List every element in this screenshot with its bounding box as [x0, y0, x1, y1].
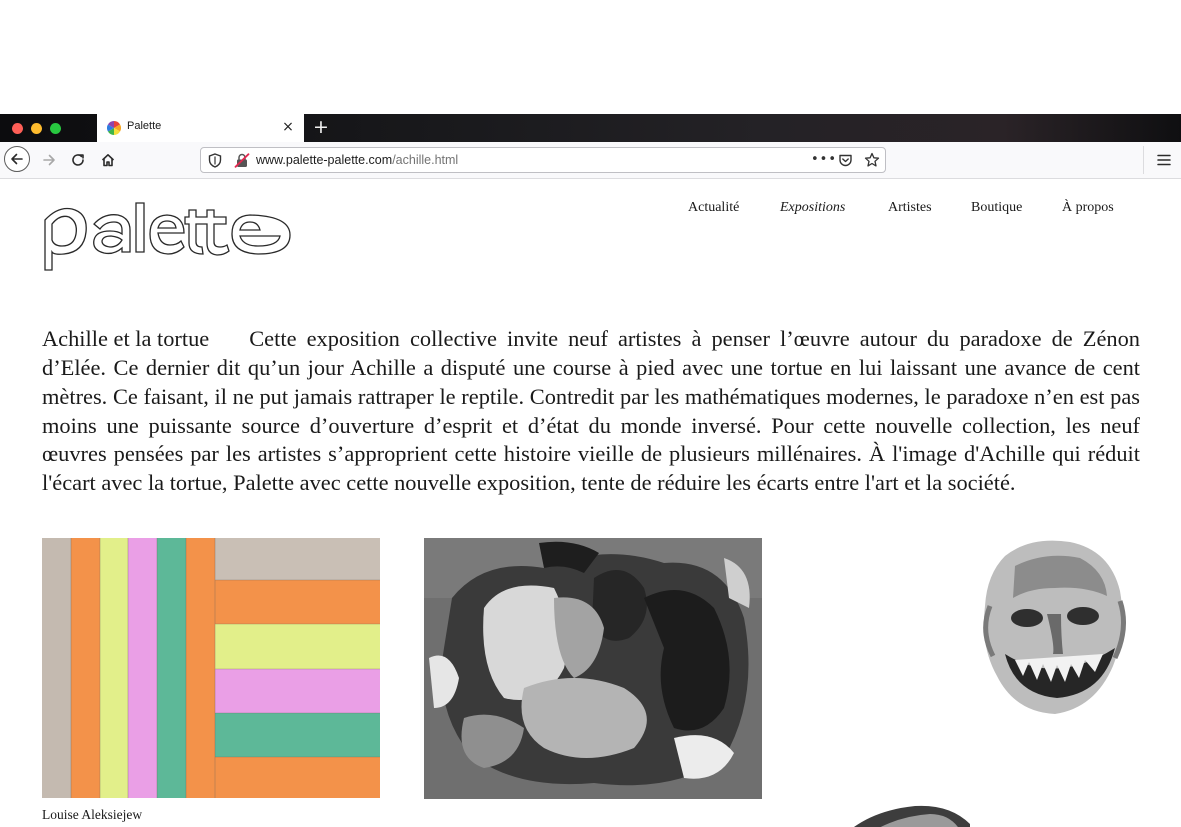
- artwork-partial-image[interactable]: [845, 800, 975, 827]
- reload-icon: [72, 154, 84, 166]
- artwork-face-image[interactable]: [975, 536, 1130, 718]
- page-content: Actualité Expositions Artistes Boutique …: [0, 180, 1181, 827]
- tab-close-icon[interactable]: ×: [280, 119, 296, 135]
- insecure-lock-icon[interactable]: [234, 153, 250, 168]
- new-tab-button[interactable]: +: [311, 117, 331, 137]
- browser-tab-active[interactable]: Palette ×: [97, 114, 304, 142]
- close-window-button[interactable]: [12, 123, 23, 134]
- browser-toolbar: www.palette-palette.com/achille.html •••: [0, 142, 1181, 179]
- arrow-left-icon: [11, 153, 23, 165]
- forward-button[interactable]: [35, 146, 63, 174]
- home-icon: [101, 154, 115, 167]
- nav-item-actualite[interactable]: Actualité: [688, 200, 739, 216]
- tab-title: Palette: [127, 120, 162, 132]
- tracking-shield-icon[interactable]: [208, 153, 222, 168]
- nav-item-artistes[interactable]: Artistes: [888, 200, 932, 216]
- hamburger-menu-icon: [1157, 154, 1171, 166]
- artwork-caption-artist[interactable]: Louise Aleksiejew: [42, 807, 142, 823]
- exhibition-title: Achille et la tortue: [42, 326, 210, 352]
- home-button[interactable]: [94, 146, 122, 174]
- artwork-stripes-image[interactable]: [42, 538, 380, 798]
- toolbar-separator: [1143, 146, 1144, 174]
- url-text[interactable]: www.palette-palette.com/achille.html: [256, 153, 458, 167]
- nav-item-boutique[interactable]: Boutique: [971, 200, 1022, 216]
- url-path: /achille.html: [392, 153, 459, 167]
- browser-title-bar: Palette × +: [0, 114, 1181, 142]
- url-host: www.palette-palette.com: [256, 153, 393, 167]
- address-bar[interactable]: www.palette-palette.com/achille.html •••: [200, 147, 886, 173]
- exhibition-intro: Achille et la tortue Cette exposition col…: [42, 325, 1140, 497]
- app-menu-button[interactable]: [1150, 146, 1178, 174]
- zoom-window-button[interactable]: [50, 123, 61, 134]
- palette-logo[interactable]: [42, 200, 294, 272]
- nav-item-a-propos[interactable]: À propos: [1062, 200, 1114, 216]
- nav-item-expositions[interactable]: Expositions: [780, 200, 845, 216]
- page-actions-menu-icon[interactable]: •••: [811, 152, 837, 167]
- reload-button[interactable]: [64, 146, 92, 174]
- minimize-window-button[interactable]: [31, 123, 42, 134]
- arrow-right-icon: [43, 154, 55, 166]
- artwork-figures-image[interactable]: [424, 538, 762, 799]
- palette-favicon-icon: [107, 121, 121, 135]
- bookmark-star-icon[interactable]: [864, 152, 880, 168]
- back-button[interactable]: [4, 146, 30, 172]
- pocket-icon[interactable]: [838, 153, 853, 168]
